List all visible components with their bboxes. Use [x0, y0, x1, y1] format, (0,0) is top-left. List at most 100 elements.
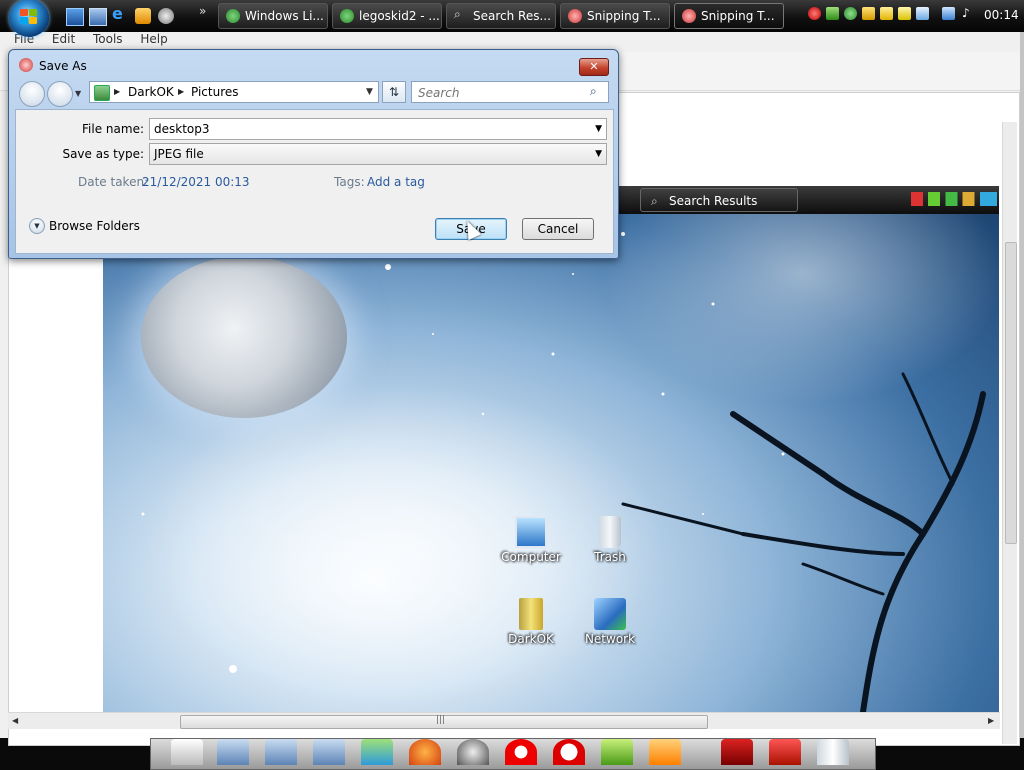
messenger-buddy-icon[interactable] — [158, 8, 174, 24]
library-icon — [94, 85, 110, 101]
captured-button-label: Search Results — [669, 194, 758, 208]
file-name-label: File name: — [82, 122, 144, 136]
breadcrumb-darkok[interactable]: DarkOK — [128, 85, 174, 99]
chevron-right-icon[interactable]: ▶ — [114, 87, 120, 96]
browse-folders-label[interactable]: Browse Folders — [49, 219, 140, 233]
clock[interactable]: 00:14 — [984, 8, 1019, 22]
warning-shield-icon[interactable] — [862, 7, 875, 20]
display-tray-icon[interactable] — [916, 7, 929, 20]
snipping-tool-icon — [19, 58, 33, 72]
desktop-icon-computer: Computer — [496, 516, 566, 564]
vlc-dock-icon[interactable] — [649, 739, 681, 765]
refresh-icon: ⇅ — [388, 85, 400, 99]
scroll-right-arrow-icon[interactable]: ▶ — [988, 716, 994, 725]
date-taken-label: Date taken: — [78, 175, 149, 189]
media-player-icon[interactable] — [135, 8, 151, 24]
taskbar-button-snipping-tool-1[interactable]: Snipping T... — [560, 3, 670, 29]
save-as-dialog: Save As ✕ ▼ ▶ DarkOK ▶ Pictures ▼ ⇅ ⌕ Fi… — [8, 49, 619, 259]
firefox-dock-icon[interactable] — [409, 739, 441, 765]
chevron-right-icon[interactable]: ▶ — [178, 87, 184, 96]
trash-icon — [599, 516, 621, 548]
menu-tools[interactable]: Tools — [93, 32, 123, 46]
save-type-select[interactable]: JPEG file ▼ — [149, 143, 607, 165]
search-icon[interactable]: ⌕ — [590, 84, 597, 99]
taskbar-button-search-results[interactable]: ⌕ Search Res... — [446, 3, 556, 29]
messenger-icon — [226, 9, 240, 23]
switch-windows-icon[interactable] — [89, 8, 107, 26]
app-dock-icon[interactable] — [769, 739, 801, 765]
forward-button[interactable] — [47, 81, 73, 107]
taskbar-button-label: Search Res... — [473, 9, 551, 23]
refresh-button[interactable]: ⇅ — [382, 81, 406, 103]
messenger-dock-icon[interactable] — [361, 739, 393, 765]
notes-dock-icon[interactable] — [171, 739, 203, 765]
quicklaunch-more-button[interactable]: » — [199, 4, 206, 18]
taskbar: e » Windows Li... legoskid2 - ... ⌕ Sear… — [0, 0, 1024, 37]
chevron-down-icon[interactable]: ▼ — [595, 124, 602, 134]
close-button[interactable]: ✕ — [579, 58, 609, 76]
dialog-body: File name: desktop3 ▼ Save as type: JPEG… — [15, 109, 614, 254]
folder-dock-icon-3[interactable] — [313, 739, 345, 765]
status-ok-icon[interactable] — [826, 7, 839, 20]
scroll-left-arrow-icon[interactable]: ◀ — [12, 716, 18, 725]
address-bar[interactable]: ▶ DarkOK ▶ Pictures ▼ — [89, 81, 379, 103]
vertical-scrollbar-thumb[interactable] — [1005, 242, 1017, 544]
network-icon — [594, 598, 626, 630]
desktop-icon-darkok: DarkOK — [496, 598, 566, 646]
file-name-field[interactable]: desktop3 ▼ — [149, 118, 607, 140]
taskbar-button-label: Snipping T... — [587, 9, 661, 23]
taskbar-button-snipping-tool-2[interactable]: Snipping T... — [674, 3, 784, 29]
horizontal-scrollbar[interactable]: ◀ ||| ▶ — [8, 712, 1000, 729]
snipping-tool-icon — [568, 9, 582, 23]
battery-icon[interactable] — [898, 7, 911, 20]
taskbar-button-label: Windows Li... — [245, 9, 324, 23]
network-tray-icon[interactable] — [942, 7, 955, 20]
security-alert-icon[interactable] — [808, 7, 821, 20]
date-taken-value[interactable]: 21/12/2021 00:13 — [142, 175, 250, 189]
folder-dock-icon[interactable] — [217, 739, 249, 765]
add-tag-link[interactable]: Add a tag — [367, 175, 425, 189]
trash-dock-icon[interactable] — [817, 739, 849, 765]
taskbar-button-windows-live[interactable]: Windows Li... — [218, 3, 328, 29]
volume-icon[interactable]: ♪ — [962, 6, 975, 20]
menu-bar: File Edit Tools Help — [14, 32, 182, 50]
folder-dock-icon-2[interactable] — [265, 739, 297, 765]
start-button[interactable] — [9, 0, 49, 37]
chevron-down-icon[interactable]: ▼ — [366, 87, 373, 97]
opera-dock-icon[interactable] — [505, 739, 537, 765]
horizontal-scrollbar-thumb[interactable]: ||| — [180, 715, 708, 729]
back-button[interactable] — [19, 81, 45, 107]
flash-dock-icon[interactable] — [721, 739, 753, 765]
menu-help[interactable]: Help — [140, 32, 167, 46]
taskbar-button-legoskid2[interactable]: legoskid2 - ... — [332, 3, 442, 29]
chevron-down-icon[interactable]: ▼ — [595, 149, 602, 159]
paint-dock-icon[interactable] — [601, 739, 633, 765]
browse-folders-toggle-icon[interactable]: ▼ — [29, 218, 45, 234]
show-desktop-icon[interactable] — [66, 8, 84, 26]
snipping-tool-icon — [682, 9, 696, 23]
save-type-label: Save as type: — [62, 147, 144, 161]
file-name-value: desktop3 — [154, 122, 210, 136]
computer-icon — [515, 516, 547, 548]
desktop-icon-label: Computer — [501, 550, 561, 564]
media-dock-icon[interactable] — [457, 739, 489, 765]
grip-icon: ||| — [436, 715, 446, 725]
user-folder-icon — [519, 598, 543, 630]
recent-pages-chevron-icon[interactable]: ▼ — [75, 89, 81, 98]
cancel-button[interactable]: Cancel — [522, 218, 594, 240]
breadcrumb-pictures[interactable]: Pictures — [191, 85, 239, 99]
search-input[interactable] — [416, 84, 590, 102]
desktop-icon-trash: Trash — [575, 516, 645, 564]
desktop-icon-label: Trash — [594, 550, 626, 564]
notes-tray-icon[interactable] — [880, 7, 893, 20]
search-box[interactable]: ⌕ — [411, 81, 609, 103]
vertical-scrollbar[interactable] — [1002, 122, 1017, 744]
save-type-value: JPEG file — [154, 147, 204, 161]
messenger-tray-icon[interactable] — [844, 7, 857, 20]
menu-edit[interactable]: Edit — [52, 32, 75, 46]
system-tray: ♪ 00:14 — [802, 3, 1024, 29]
tags-label: Tags: — [334, 175, 365, 189]
yandex-dock-icon[interactable] — [553, 739, 585, 765]
desktop-icon-label: Network — [584, 632, 636, 646]
internet-explorer-icon[interactable]: e — [112, 6, 128, 22]
